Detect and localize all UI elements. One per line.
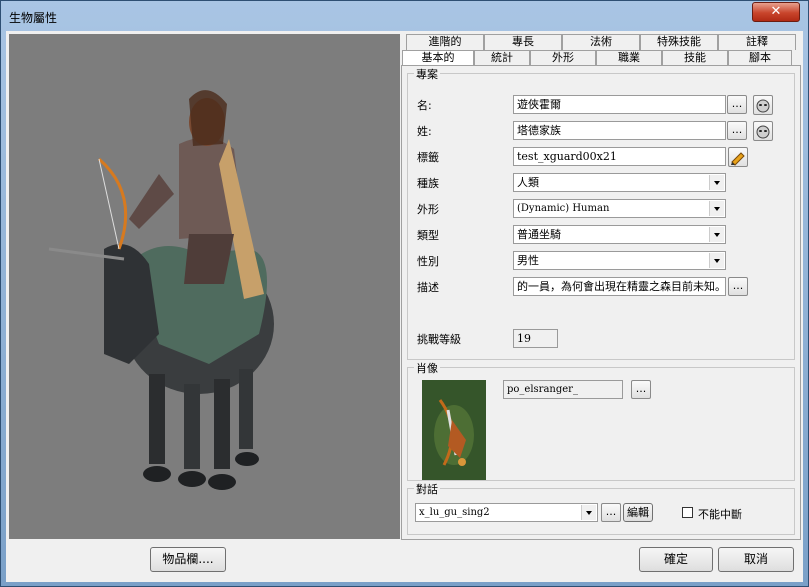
portrait-field: po_elsranger_ [503, 380, 623, 399]
tab-comments[interactable]: 註釋 [718, 34, 796, 50]
no-interrupt-label: 不能中斷 [698, 508, 742, 521]
portrait-image[interactable] [422, 380, 486, 480]
surname-label: 姓: [417, 125, 432, 138]
tag-field[interactable]: test_xguard00x21 [513, 147, 726, 166]
dialog-group: 對話 x_lu_gu_sing2 ... 編輯 不能中斷 [407, 481, 795, 535]
creature-properties-window: 生物屬性 ✕ 進階的 專長 法術 特殊技能 註釋 基本的 統計 外形 職業 技能… [0, 0, 809, 587]
ok-button[interactable]: 確定 [639, 547, 713, 572]
dialog-browse-button[interactable]: ... [601, 503, 621, 522]
pencil-icon[interactable] [728, 147, 748, 167]
dialog-client-area: 進階的 專長 法術 特殊技能 註釋 基本的 統計 外形 職業 技能 腳本 專案 … [6, 31, 803, 582]
dialog-edit-button[interactable]: 編輯 [623, 503, 653, 522]
rider-on-horse-model [48, 90, 274, 490]
chevron-down-icon[interactable] [709, 201, 724, 216]
cancel-button[interactable]: 取消 [718, 547, 794, 572]
tag-label: 標籤 [417, 151, 439, 164]
dialog-value: x_lu_gu_sing2 [419, 507, 490, 518]
chevron-down-icon[interactable] [709, 253, 724, 268]
chevron-down-icon[interactable] [709, 175, 724, 190]
surname-field[interactable]: 塔德家族 [513, 121, 726, 140]
title-bar[interactable]: 生物屬性 ✕ [1, 1, 808, 31]
profile-group: 專案 名: 遊俠霍爾 ... 姓: 塔德家族 ... 標籤 test_xguar… [407, 66, 795, 360]
challenge-label: 挑戰等級 [417, 333, 461, 346]
portrait-browse-button[interactable]: ... [631, 380, 651, 399]
tab-spells[interactable]: 法術 [562, 34, 640, 50]
portrait-group: 肖像 po_elsranger_ ... [407, 360, 795, 481]
description-field[interactable]: 的一員，為何會出現在精靈之森目前未知。 [513, 277, 726, 296]
appearance-select[interactable]: (Dynamic) Human [513, 199, 726, 218]
no-interrupt-checkbox[interactable] [682, 507, 693, 518]
race-label: 種族 [417, 177, 439, 190]
tab-skills[interactable]: 技能 [662, 50, 728, 66]
tab-feats[interactable]: 專長 [484, 34, 562, 50]
tab-scripts[interactable]: 腳本 [728, 50, 792, 66]
description-browse-button[interactable]: ... [728, 277, 748, 296]
tab-row-upper: 進階的 專長 法術 特殊技能 註釋 [406, 34, 796, 50]
chevron-down-icon[interactable] [709, 227, 724, 242]
model-preview-viewport[interactable] [9, 34, 400, 539]
bottom-button-bar: 物品欄.... 確定 取消 [6, 542, 803, 582]
inventory-button[interactable]: 物品欄.... [150, 547, 226, 572]
description-label: 描述 [417, 281, 439, 294]
challenge-rating-value: 19 [513, 329, 558, 348]
type-select[interactable]: 普通坐騎 [513, 225, 726, 244]
tab-classes[interactable]: 職業 [596, 50, 662, 66]
face-mask-icon[interactable] [753, 121, 773, 141]
race-select[interactable]: 人類 [513, 173, 726, 192]
portrait-group-title: 肖像 [414, 360, 440, 376]
type-label: 類型 [417, 229, 439, 242]
name-field[interactable]: 遊俠霍爾 [513, 95, 726, 114]
type-value: 普通坐騎 [517, 228, 561, 241]
tab-special-abilities[interactable]: 特殊技能 [640, 34, 718, 50]
tab-statistics[interactable]: 統計 [474, 50, 530, 66]
gender-value: 男性 [517, 254, 539, 267]
appearance-value: (Dynamic) Human [517, 203, 610, 214]
name-label: 名: [417, 99, 432, 112]
dialog-group-title: 對話 [414, 481, 440, 497]
gender-label: 性別 [417, 255, 439, 268]
close-button[interactable]: ✕ [752, 2, 800, 22]
chevron-down-icon[interactable] [581, 505, 596, 520]
tab-row-lower: 基本的 統計 外形 職業 技能 腳本 [402, 50, 792, 67]
tab-advanced[interactable]: 進階的 [406, 34, 484, 50]
profile-group-title: 專案 [414, 66, 440, 82]
basic-tab-panel: 專案 名: 遊俠霍爾 ... 姓: 塔德家族 ... 標籤 test_xguar… [401, 65, 801, 540]
surname-browse-button[interactable]: ... [727, 121, 747, 140]
gender-select[interactable]: 男性 [513, 251, 726, 270]
name-browse-button[interactable]: ... [727, 95, 747, 114]
race-value: 人類 [517, 176, 539, 189]
dialog-select[interactable]: x_lu_gu_sing2 [415, 503, 598, 522]
window-title: 生物屬性 [9, 11, 58, 25]
face-mask-icon[interactable] [753, 95, 773, 115]
tab-appearance[interactable]: 外形 [530, 50, 596, 66]
appearance-label: 外形 [417, 203, 439, 216]
